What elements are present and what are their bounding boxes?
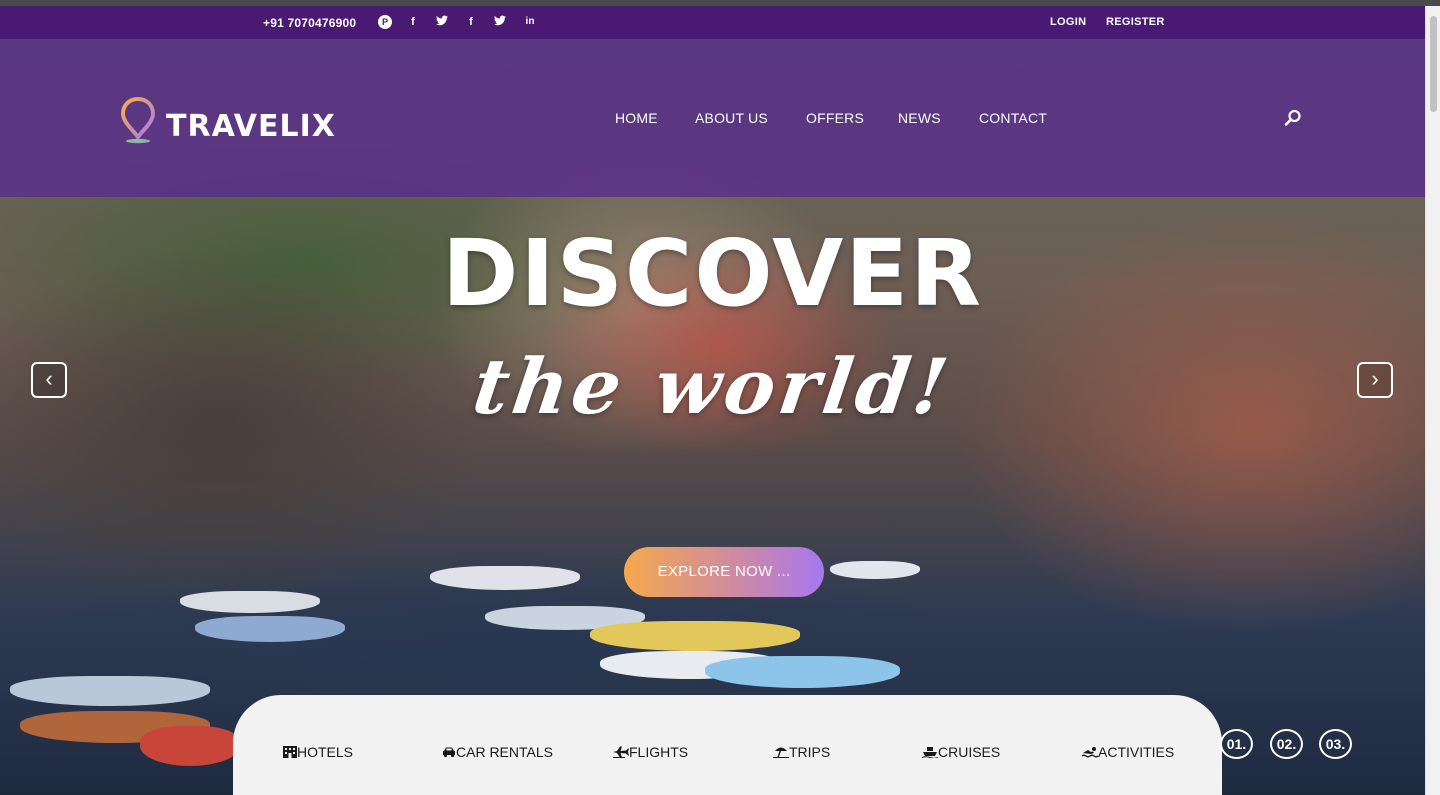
search-icon[interactable]	[1283, 108, 1303, 128]
hero-subtitle: the world!	[467, 342, 958, 431]
swimmer-icon	[1082, 747, 1098, 758]
slider-next-button[interactable]: ›	[1357, 362, 1393, 398]
search-tabs-panel: HOTELS CAR RENTALS FLIGHTS TRIPS CRUISES…	[233, 695, 1222, 795]
pinterest-icon[interactable]: P	[378, 15, 392, 29]
boat-shape	[830, 561, 920, 579]
slide-indicator-3[interactable]: 03.	[1319, 729, 1352, 759]
nav-news[interactable]: NEWS	[898, 110, 941, 126]
boat-shape	[705, 656, 900, 688]
boat-shape	[430, 566, 580, 590]
tab-car-rentals[interactable]: CAR RENTALS	[442, 744, 553, 760]
nav-contact[interactable]: CONTACT	[979, 110, 1047, 126]
login-link[interactable]: LOGIN	[1050, 16, 1086, 28]
tab-flights[interactable]: FLIGHTS	[613, 744, 688, 760]
hero-title: DISCOVER	[441, 220, 983, 327]
plane-icon	[613, 746, 629, 758]
tab-activities-label: ACTIVITIES	[1098, 744, 1175, 760]
tab-cruises-label: CRUISES	[938, 744, 1001, 760]
phone-number: +91 7070476900	[263, 16, 357, 30]
site-logo-text[interactable]: TRAVELIX	[166, 109, 336, 144]
scrollbar-thumb[interactable]	[1430, 16, 1437, 112]
page-scrollbar[interactable]	[1425, 6, 1440, 795]
linkedin-icon[interactable]: in	[523, 15, 537, 29]
tab-trips-label: TRIPS	[789, 744, 831, 760]
page-viewport: +91 7070476900 P f f in LOGIN REGISTER T…	[0, 6, 1425, 795]
twitter-icon[interactable]	[493, 15, 507, 29]
boat-shape	[140, 726, 240, 766]
twitter-icon[interactable]	[435, 15, 449, 29]
main-header: TRAVELIX HOME ABOUT US OFFERS NEWS CONTA…	[0, 39, 1425, 197]
map-pin-logo-icon	[120, 96, 156, 144]
nav-offers[interactable]: OFFERS	[806, 110, 864, 126]
car-icon	[443, 747, 455, 758]
facebook-icon[interactable]: f	[406, 15, 420, 29]
ship-icon	[922, 747, 938, 758]
boat-shape	[590, 621, 800, 651]
tab-activities[interactable]: ACTIVITIES	[1082, 744, 1174, 760]
top-contact-bar: +91 7070476900 P f f in LOGIN REGISTER	[0, 6, 1425, 39]
tab-car-rentals-label: CAR RENTALS	[456, 744, 553, 760]
facebook-icon[interactable]: f	[464, 15, 478, 29]
tab-flights-label: FLIGHTS	[629, 744, 689, 760]
nav-home[interactable]: HOME	[615, 110, 658, 126]
boat-shape	[195, 616, 345, 642]
explore-now-button[interactable]: EXPLORE NOW ...	[624, 547, 824, 597]
tab-trips[interactable]: TRIPS	[773, 744, 830, 760]
beach-umbrella-icon	[773, 747, 789, 758]
boat-shape	[180, 591, 320, 613]
register-link[interactable]: REGISTER	[1106, 16, 1165, 28]
slide-indicator-2[interactable]: 02.	[1270, 729, 1303, 759]
slide-indicator-1[interactable]: 01.	[1220, 729, 1253, 759]
nav-about-us[interactable]: ABOUT US	[695, 110, 768, 126]
boat-shape	[10, 676, 210, 706]
tab-cruises[interactable]: CRUISES	[922, 744, 1000, 760]
hotel-icon	[283, 746, 297, 758]
slider-prev-button[interactable]: ‹	[31, 362, 67, 398]
tab-hotels[interactable]: HOTELS	[283, 744, 353, 760]
tab-hotels-label: HOTELS	[297, 744, 354, 760]
